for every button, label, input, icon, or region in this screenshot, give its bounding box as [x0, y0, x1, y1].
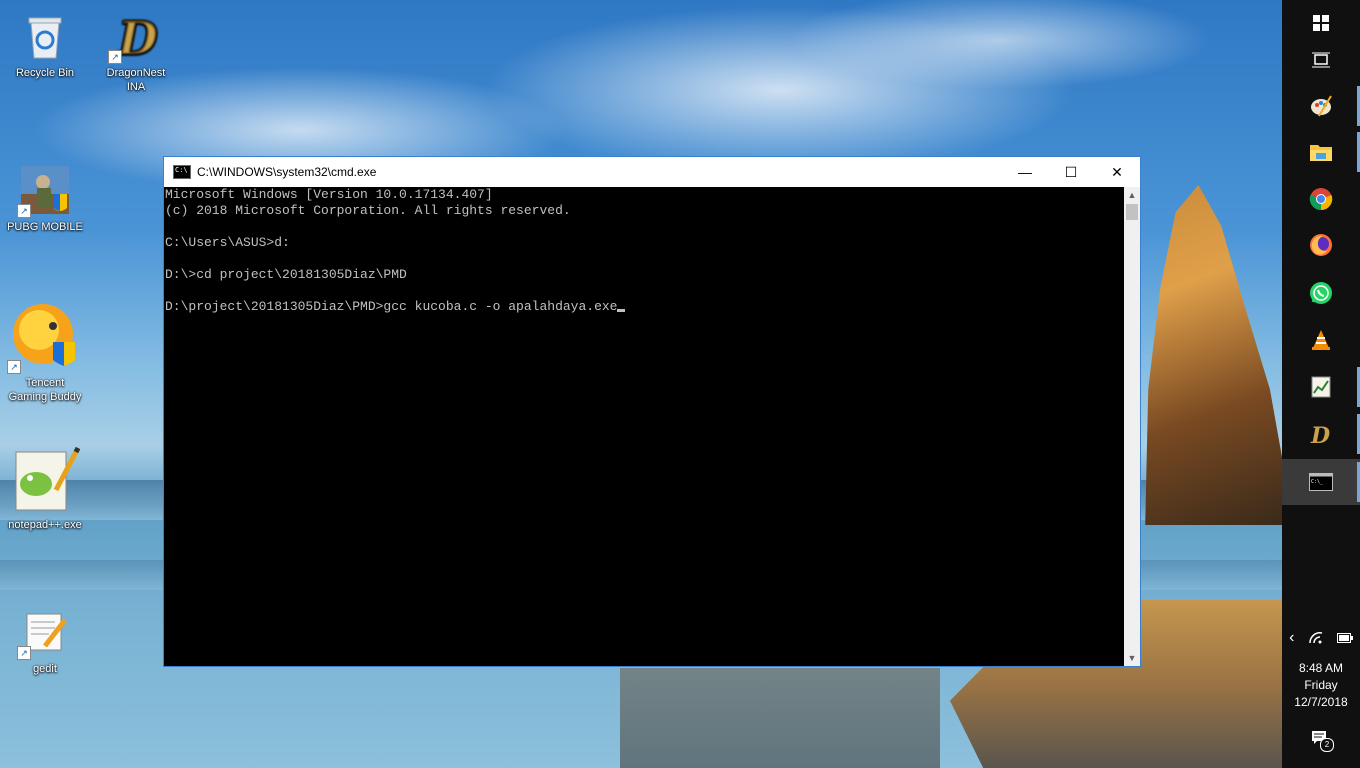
- console-line: Microsoft Windows [Version 10.0.17134.40…: [165, 187, 493, 202]
- desktop-icon-label: Tencent Gaming Buddy: [8, 377, 82, 403]
- taskbar-app-vlc[interactable]: [1282, 317, 1360, 363]
- battery-icon[interactable]: [1336, 633, 1353, 643]
- windows-start-icon: [1313, 15, 1329, 31]
- desktop-icon-notepadpp[interactable]: notepad++.exe: [6, 444, 84, 532]
- desktop-icon-pubg[interactable]: ↗ PUBG MOBILE: [6, 164, 84, 234]
- desktop-icon-label: PUBG MOBILE: [7, 221, 83, 233]
- close-button[interactable]: ✕: [1094, 157, 1140, 187]
- desktop-icon-label: DragonNest INA: [106, 67, 166, 93]
- cmd-window-title: C:\WINDOWS\system32\cmd.exe: [197, 165, 377, 179]
- taskbar-app-dragonnest[interactable]: D: [1282, 411, 1360, 457]
- notepadpp-icon: [10, 444, 81, 514]
- file-explorer-icon: [1310, 145, 1332, 161]
- dragonnest-icon: D: [1310, 423, 1330, 447]
- taskbar-app-firefox[interactable]: [1282, 222, 1360, 268]
- firefox-icon: [1310, 234, 1332, 256]
- desktop-icon-label: Recycle Bin: [15, 67, 75, 79]
- console-line: C:\Users\ASUS>d:: [165, 235, 290, 250]
- minimize-icon: —: [1018, 164, 1032, 180]
- show-hidden-icons-chevron-icon[interactable]: ‹: [1289, 629, 1294, 647]
- svg-text:D: D: [116, 11, 158, 62]
- desktop-icon-gedit[interactable]: ↗ gedit: [6, 606, 84, 676]
- paint-icon: [1311, 95, 1332, 117]
- vertical-scrollbar[interactable]: ▲ ▼: [1124, 187, 1140, 666]
- taskbar-app-task-manager[interactable]: [1282, 364, 1360, 410]
- recycle-bin-icon: [19, 10, 71, 62]
- console-line: ​: [165, 219, 1124, 235]
- desktop-icon-label: gedit: [33, 663, 57, 675]
- scroll-thumb[interactable]: [1126, 204, 1138, 220]
- desktop-icon-recycle-bin[interactable]: Recycle Bin: [6, 10, 84, 80]
- taskbar: D C:\_ ‹ 8:48 AM Friday 12/7/2018 2: [1282, 0, 1360, 768]
- taskbar-app-whatsapp[interactable]: [1282, 270, 1360, 316]
- chrome-icon: [1309, 188, 1333, 211]
- console-line: (c) 2018 Microsoft Corporation. All righ…: [165, 203, 571, 218]
- cmd-window[interactable]: C:\ C:\WINDOWS\system32\cmd.exe — ☐ ✕ Mi…: [163, 156, 1141, 667]
- cmd-window-icon[interactable]: C:\: [173, 165, 191, 179]
- cmd-icon: C:\_: [1309, 473, 1333, 491]
- close-icon: ✕: [1111, 163, 1123, 180]
- clock-day: Friday: [1304, 678, 1338, 692]
- console-output[interactable]: Microsoft Windows [Version 10.0.17134.40…: [164, 187, 1124, 666]
- clock-time: 8:48 AM: [1298, 661, 1344, 675]
- scroll-down-icon[interactable]: ▼: [1124, 650, 1140, 666]
- vlc-icon: [1312, 330, 1330, 350]
- shortcut-arrow-icon: ↗: [17, 204, 31, 218]
- tencent-gaming-buddy-icon: ↗: [7, 300, 81, 374]
- dragonnest-icon: D ↗: [108, 10, 162, 66]
- taskbar-app-chrome[interactable]: [1282, 176, 1360, 222]
- shortcut-arrow-icon: ↗: [108, 50, 122, 64]
- rock-formation: [1145, 185, 1282, 525]
- action-center-button[interactable]: 2: [1282, 728, 1360, 752]
- wifi-icon[interactable]: [1308, 632, 1323, 644]
- desktop-icon-label: notepad++.exe: [8, 519, 82, 531]
- pubg-mobile-icon: ↗: [17, 164, 71, 218]
- scroll-up-icon[interactable]: ▲: [1124, 187, 1140, 203]
- maximize-button[interactable]: ☐: [1048, 157, 1094, 187]
- maximize-icon: ☐: [1064, 163, 1078, 180]
- shortcut-arrow-icon: ↗: [7, 360, 21, 374]
- task-manager-icon: [1311, 376, 1331, 398]
- desktop-icon-dragonnest[interactable]: D ↗ DragonNest INA: [97, 10, 175, 94]
- whatsapp-icon: [1310, 282, 1332, 304]
- clock-date: 12/7/2018: [1294, 695, 1348, 709]
- shortcut-arrow-icon: ↗: [17, 646, 31, 660]
- console-line: D:\>cd project\20181305Diaz\PMD: [165, 267, 407, 282]
- gedit-icon: ↗: [17, 606, 71, 660]
- task-view-icon: [1312, 52, 1330, 68]
- shore-reflection: [620, 668, 940, 768]
- clock[interactable]: 8:48 AM Friday 12/7/2018: [1282, 660, 1360, 711]
- taskbar-app-cmd[interactable]: C:\_: [1282, 459, 1360, 505]
- console-prompt-line[interactable]: D:\project\20181305Diaz\PMD>gcc kucoba.c…: [165, 299, 1124, 315]
- notification-icon: 2: [1311, 728, 1334, 752]
- svg-text:C:\_: C:\_: [1311, 479, 1324, 485]
- text-cursor: [617, 309, 626, 312]
- system-tray: ‹: [1282, 628, 1360, 648]
- minimize-button[interactable]: —: [1002, 157, 1048, 187]
- notification-count-badge: 2: [1320, 738, 1334, 752]
- console-line: ​: [165, 251, 1124, 267]
- desktop-icon-tencent-gaming-buddy[interactable]: ↗ Tencent Gaming Buddy: [6, 300, 84, 404]
- console-command: D:\project\20181305Diaz\PMD>gcc kucoba.c…: [165, 299, 618, 314]
- cmd-titlebar[interactable]: C:\ C:\WINDOWS\system32\cmd.exe — ☐ ✕: [164, 157, 1140, 187]
- taskbar-app-file-explorer[interactable]: [1282, 129, 1360, 175]
- svg-text:D: D: [1310, 423, 1330, 447]
- task-view-button[interactable]: [1282, 37, 1360, 83]
- console-line: ​: [165, 283, 1124, 299]
- taskbar-app-paint[interactable]: [1282, 83, 1360, 129]
